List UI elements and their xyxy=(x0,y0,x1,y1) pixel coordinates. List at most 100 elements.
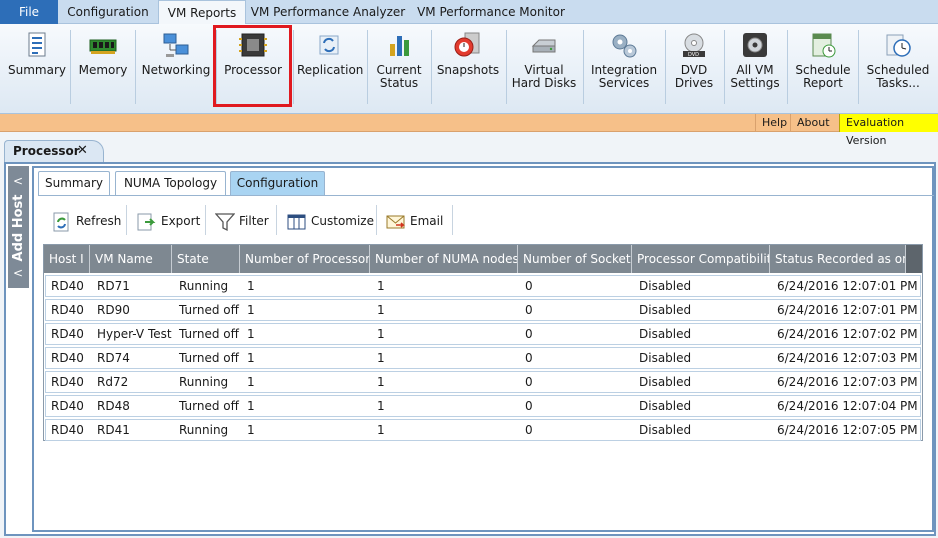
ribbon-separator xyxy=(858,30,859,104)
ribbon-separator xyxy=(431,30,432,104)
processor-highlight-frame xyxy=(213,25,292,107)
cell-processor-compatibility: Disabled xyxy=(639,351,692,365)
cell-vm-name: RD41 xyxy=(97,423,130,437)
column-header-status-recorded[interactable]: Status Recorded as on xyxy=(770,245,906,273)
tab-strip-divider xyxy=(38,195,934,196)
snapshots-button[interactable]: Snapshots xyxy=(434,28,502,104)
cell-vm-name: Rd72 xyxy=(97,375,129,389)
all-vm-settings-button[interactable]: All VM Settings xyxy=(726,28,784,104)
customize-columns-icon xyxy=(287,214,306,230)
scheduled-tasks-clock-icon xyxy=(886,34,911,57)
add-host-panel[interactable]: < Add Host < xyxy=(8,166,29,288)
table-row[interactable]: RD40 RD74 Turned off 1 1 0 Disabled 6/24/2016 1… xyxy=(45,347,921,369)
cell-state: Turned off xyxy=(179,399,239,413)
cell-number-of-numa-nodes: 1 xyxy=(377,423,385,437)
cell-status-recorded: 6/24/2016 12:07:03 PM xyxy=(777,351,918,365)
export-button[interactable]: Export xyxy=(137,205,201,237)
dvd-drives-button[interactable]: DVD DVD Drives xyxy=(667,28,721,104)
cell-state: Turned off xyxy=(179,303,239,317)
ribbon-separator xyxy=(665,30,666,104)
menu-tab-configuration[interactable]: Configuration xyxy=(58,0,158,24)
cell-number-of-numa-nodes: 1 xyxy=(377,399,385,413)
table-row[interactable]: RD40 Hyper-V Test Turned off 1 1 0 Disabled 6/2… xyxy=(45,323,921,345)
cell-state: Running xyxy=(179,375,229,389)
toolbar-separator xyxy=(205,205,206,235)
refresh-icon xyxy=(53,212,69,232)
replication-button[interactable]: Replication xyxy=(295,28,363,104)
column-header-number-of-numa-nodes[interactable]: Number of NUMA nodes xyxy=(370,245,518,273)
virtual-hard-disks-button[interactable]: Virtual Hard Disks xyxy=(508,28,580,104)
ribbon-separator xyxy=(506,30,507,104)
customize-button[interactable]: Customize xyxy=(287,205,374,237)
column-header-state[interactable]: State xyxy=(172,245,240,273)
virtual-hard-disks-button-label-2: Hard Disks xyxy=(511,76,577,90)
current-status-button[interactable]: Current Status xyxy=(370,28,428,104)
gears-icon xyxy=(612,34,637,58)
menu-tab-file[interactable]: File xyxy=(0,0,58,24)
export-button-label: Export xyxy=(161,214,201,228)
email-button[interactable]: Email xyxy=(386,205,444,237)
memory-chip-icon xyxy=(89,39,117,54)
schedule-report-button[interactable]: Schedule Report xyxy=(790,28,856,104)
email-button-label: Email xyxy=(410,214,444,228)
dvd-icon-text: DVD xyxy=(688,52,699,58)
bar-chart-icon xyxy=(390,36,409,56)
network-computers-icon xyxy=(163,33,189,57)
cell-state: Turned off xyxy=(179,327,239,341)
ribbon-separator xyxy=(70,30,71,104)
cell-processor-compatibility: Disabled xyxy=(639,303,692,317)
menu-tab-vm-performance-monitor[interactable]: VM Performance Monitor xyxy=(410,0,572,24)
info-bar: Help About Evaluation Version xyxy=(0,114,938,147)
column-header-host[interactable]: Host I xyxy=(44,245,90,273)
cell-vm-name: Hyper-V Test xyxy=(97,327,172,341)
menu-tab-vm-performance-analyzer[interactable]: VM Performance Analyzer xyxy=(246,0,410,24)
scheduled-tasks-button[interactable]: Scheduled Tasks... xyxy=(862,28,934,104)
column-header-number-of-sockets[interactable]: Number of Sockets xyxy=(518,245,632,273)
tab-summary[interactable]: Summary xyxy=(38,171,110,195)
tab-numa-topology[interactable]: NUMA Topology xyxy=(115,171,226,195)
dvd-drives-button-label-2: Drives xyxy=(674,76,714,90)
tab-configuration[interactable]: Configuration xyxy=(230,171,325,195)
summary-button-label: Summary xyxy=(8,63,66,77)
cell-processor-compatibility: Disabled xyxy=(639,279,692,293)
memory-button[interactable]: Memory xyxy=(72,28,134,104)
cell-number-of-sockets: 0 xyxy=(525,423,533,437)
snapshot-stopwatch-icon xyxy=(454,32,480,57)
ribbon-separator xyxy=(583,30,584,104)
table-row[interactable]: RD40 RD90 Turned off 1 1 0 Disabled 6/24/2016 1… xyxy=(45,299,921,321)
help-link[interactable]: Help xyxy=(755,114,790,132)
cell-processor-compatibility: Disabled xyxy=(639,423,692,437)
document-tab-processor[interactable]: Processor ✕ xyxy=(4,140,104,162)
integration-services-button[interactable]: Integration Services xyxy=(586,28,662,104)
about-link[interactable]: About xyxy=(790,114,839,132)
replication-button-label: Replication xyxy=(297,63,364,77)
cell-state: Running xyxy=(179,423,229,437)
column-header-vm-name[interactable]: VM Name xyxy=(90,245,172,273)
table-row[interactable]: RD40 RD71 Running 1 1 0 Disabled 6/24/2016 12:0… xyxy=(45,275,921,297)
summary-button[interactable]: Summary xyxy=(6,28,68,104)
menu-tab-vm-reports[interactable]: VM Reports xyxy=(158,0,246,25)
cell-state: Running xyxy=(179,279,229,293)
cell-number-of-sockets: 0 xyxy=(525,303,533,317)
menu-bar: File Configuration VM Reports VM Perform… xyxy=(0,0,938,25)
column-header-processor-compatibility[interactable]: Processor Compatibility xyxy=(632,245,770,273)
table-row[interactable]: RD40 RD48 Turned off 1 1 0 Disabled 6/24/2016 1… xyxy=(45,395,921,417)
toolbar-separator xyxy=(452,205,453,235)
cell-number-of-processors: 1 xyxy=(247,351,255,365)
cell-number-of-numa-nodes: 1 xyxy=(377,351,385,365)
table-row[interactable]: RD40 Rd72 Running 1 1 0 Disabled 6/24/2016 12:0… xyxy=(45,371,921,393)
networking-button[interactable]: Networking xyxy=(138,28,214,104)
cell-status-recorded: 6/24/2016 12:07:02 PM xyxy=(777,327,918,341)
filter-button[interactable]: Filter xyxy=(215,205,271,237)
refresh-button[interactable]: Refresh xyxy=(52,205,121,237)
ribbon-separator xyxy=(367,30,368,104)
cell-number-of-processors: 1 xyxy=(247,399,255,413)
table-row[interactable]: RD40 RD41 Running 1 1 0 Disabled 6/24/2016 12:0… xyxy=(45,419,921,441)
column-header-number-of-processors[interactable]: Number of Processors xyxy=(240,245,370,273)
cell-number-of-processors: 1 xyxy=(247,327,255,341)
scheduled-tasks-button-label-2: Tasks... xyxy=(876,76,920,90)
cell-number-of-sockets: 0 xyxy=(525,399,533,413)
cell-vm-name: RD74 xyxy=(97,351,130,365)
close-icon[interactable]: ✕ xyxy=(77,141,88,161)
customize-button-label: Customize xyxy=(311,214,374,228)
